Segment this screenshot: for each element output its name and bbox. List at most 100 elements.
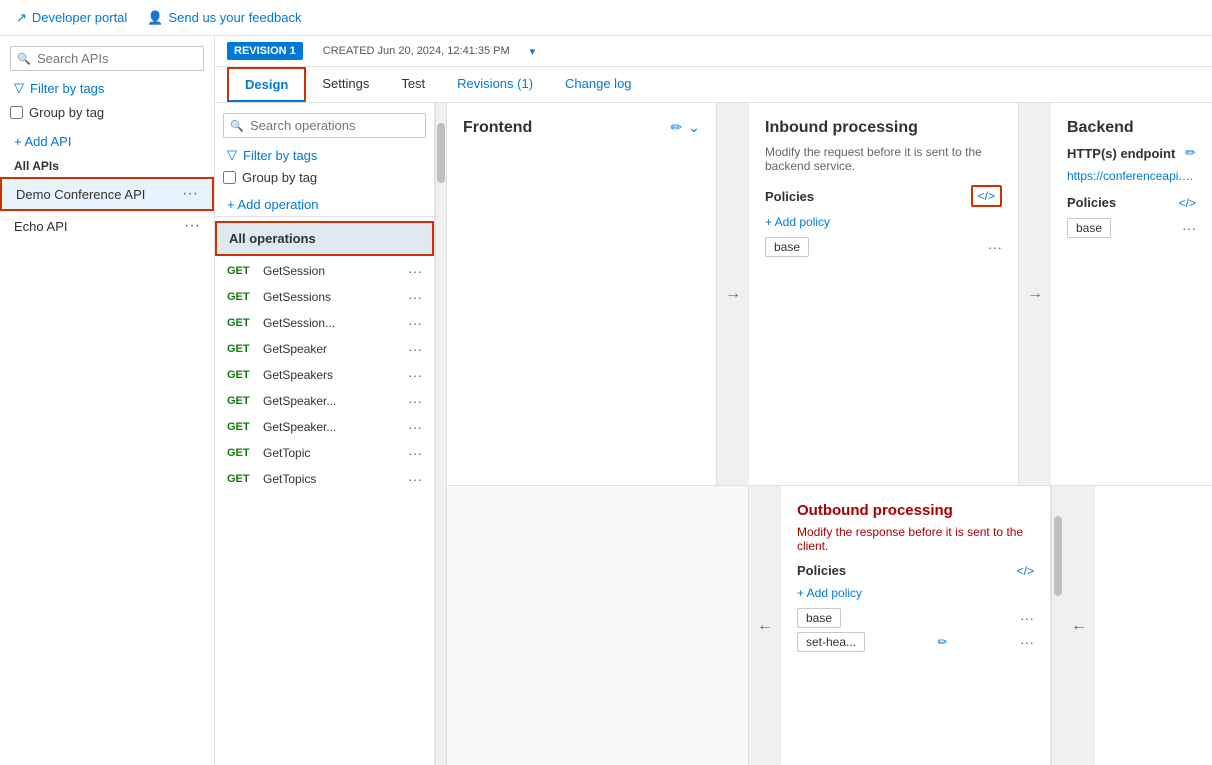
op-item-5[interactable]: GET GetSpeaker... ··· — [215, 388, 434, 414]
backend-base-item: base ··· — [1067, 218, 1196, 238]
api-group-checkbox[interactable] — [10, 106, 23, 119]
tab-design-label: Design — [245, 77, 288, 92]
add-api-button[interactable]: + Add API — [0, 130, 214, 153]
api-filter-tags[interactable]: ▽ Filter by tags — [10, 77, 204, 99]
api-filter-label: Filter by tags — [30, 81, 104, 96]
outbound-set-hea-edit[interactable]: ✏ — [937, 635, 947, 649]
content-panels: 🔍 ▽ Filter by tags Group by tag + Add op… — [215, 103, 1212, 765]
inbound-base-dots[interactable]: ··· — [988, 239, 1002, 255]
api-item-echo-name: Echo API — [14, 219, 67, 234]
op-name-2: GetSession... — [263, 316, 408, 330]
api-item-demo-name: Demo Conference API — [16, 187, 145, 202]
all-operations-item[interactable]: All operations — [215, 221, 434, 256]
op-item-2[interactable]: GET GetSession... ··· — [215, 310, 434, 336]
inbound-title: Inbound processing — [765, 119, 1002, 137]
frontend-actions: ✏ ⌄ — [671, 119, 700, 136]
api-item-echo-dots[interactable]: ··· — [184, 217, 200, 235]
api-item-demo-dots[interactable]: ··· — [182, 185, 198, 203]
backend-panel: Backend HTTP(s) endpoint ✏ https://confe… — [1051, 103, 1212, 485]
op-item-4[interactable]: GET GetSpeakers ··· — [215, 362, 434, 388]
backend-code-icon[interactable]: </> — [1179, 196, 1196, 210]
ops-search-container: 🔍 — [223, 113, 426, 138]
api-search-input[interactable] — [10, 46, 204, 71]
outbound-set-hea-item: set-hea... ✏ ··· — [797, 632, 1034, 652]
op-name-1: GetSessions — [263, 290, 408, 304]
feedback-link[interactable]: 👤 Send us your feedback — [147, 10, 301, 26]
feedback-label: Send us your feedback — [168, 10, 301, 25]
tab-design[interactable]: Design — [227, 67, 306, 102]
outbound-add-policy[interactable]: + Add policy — [797, 586, 1034, 600]
tab-test[interactable]: Test — [385, 68, 441, 101]
op-dots-6[interactable]: ··· — [408, 419, 422, 435]
outbound-desc: Modify the response before it is sent to… — [797, 525, 1034, 553]
op-item-7[interactable]: GET GetTopic ··· — [215, 440, 434, 466]
arrow-left-backend-bottom: ← — [1063, 617, 1095, 635]
backend-endpoint-url[interactable]: https://conferenceapi.azurewebsit... — [1067, 169, 1196, 183]
tab-changelog[interactable]: Change log — [549, 68, 648, 101]
inbound-desc: Modify the request before it is sent to … — [765, 145, 1002, 173]
op-dots-7[interactable]: ··· — [408, 445, 422, 461]
backend-endpoint-row: HTTP(s) endpoint ✏ — [1067, 145, 1196, 161]
ops-filter-label: Filter by tags — [243, 148, 317, 163]
outbound-policies-label: Policies — [797, 563, 846, 578]
api-item-echo[interactable]: Echo API ··· — [0, 211, 214, 241]
bottom-spacer — [447, 486, 749, 765]
op-dots-1[interactable]: ··· — [408, 289, 422, 305]
bottom-panels: ← Outbound processing Modify the respons… — [447, 485, 1212, 765]
op-method-5: GET — [227, 395, 263, 407]
op-dots-4[interactable]: ··· — [408, 367, 422, 383]
outbound-base-dots[interactable]: ··· — [1020, 610, 1034, 626]
outbound-code-icon[interactable]: </> — [1017, 564, 1034, 578]
frontend-edit-icon[interactable]: ✏ — [671, 119, 683, 136]
tab-settings[interactable]: Settings — [306, 68, 385, 101]
inbound-code-icon[interactable]: </> — [971, 185, 1002, 207]
right-scrollbar[interactable] — [1051, 486, 1063, 765]
revision-header: REVISION 1 CREATED Jun 20, 2024, 12:41:3… — [215, 36, 1212, 67]
ops-search-input[interactable] — [223, 113, 426, 138]
op-name-5: GetSpeaker... — [263, 394, 408, 408]
tabs-container: Design Settings Test Revisions (1) Chang… — [215, 67, 1212, 103]
api-item-demo[interactable]: Demo Conference API ··· — [0, 177, 214, 211]
frontend-title: Frontend — [463, 119, 700, 137]
op-method-8: GET — [227, 473, 263, 485]
op-item-0[interactable]: GET GetSession ··· — [215, 258, 434, 284]
outbound-base-badge[interactable]: base — [797, 608, 841, 628]
op-method-6: GET — [227, 421, 263, 433]
op-dots-3[interactable]: ··· — [408, 341, 422, 357]
op-dots-5[interactable]: ··· — [408, 393, 422, 409]
outbound-set-hea-dots[interactable]: ··· — [1020, 634, 1034, 650]
inbound-add-policy[interactable]: + Add policy — [765, 215, 1002, 229]
backend-endpoint-edit-icon[interactable]: ✏ — [1185, 145, 1196, 161]
filter-icon: ▽ — [14, 80, 24, 96]
middle-scrollbar[interactable] — [435, 103, 447, 765]
ops-filter-tags[interactable]: ▽ Filter by tags — [223, 144, 426, 166]
api-group-tag: Group by tag — [10, 105, 204, 120]
op-item-3[interactable]: GET GetSpeaker ··· — [215, 336, 434, 362]
frontend-chevron-icon[interactable]: ⌄ — [688, 119, 700, 136]
backend-base-badge[interactable]: base — [1067, 218, 1111, 238]
outbound-set-hea-badge[interactable]: set-hea... — [797, 632, 865, 652]
add-operation-button[interactable]: + Add operation — [215, 193, 434, 217]
op-item-6[interactable]: GET GetSpeaker... ··· — [215, 414, 434, 440]
op-method-3: GET — [227, 343, 263, 355]
add-api-label: + Add API — [14, 134, 71, 149]
tab-revisions[interactable]: Revisions (1) — [441, 68, 549, 101]
op-dots-0[interactable]: ··· — [408, 263, 422, 279]
dev-portal-link[interactable]: ↗ Developer portal — [16, 10, 127, 26]
op-dots-8[interactable]: ··· — [408, 471, 422, 487]
main-content: REVISION 1 CREATED Jun 20, 2024, 12:41:3… — [215, 36, 1212, 765]
op-item-1[interactable]: GET GetSessions ··· — [215, 284, 434, 310]
add-op-label: + Add operation — [227, 197, 318, 212]
backend-base-dots[interactable]: ··· — [1182, 220, 1196, 236]
inbound-base-badge[interactable]: base — [765, 237, 809, 257]
op-dots-2[interactable]: ··· — [408, 315, 422, 331]
main-layout: 🔍 ▽ Filter by tags Group by tag + Add AP… — [0, 36, 1212, 765]
revision-dropdown-icon[interactable]: ▾ — [530, 45, 536, 58]
revision-created: CREATED Jun 20, 2024, 12:41:35 PM — [323, 45, 510, 57]
frontend-panel: Frontend ✏ ⌄ — [447, 103, 717, 485]
api-search-container: 🔍 — [10, 46, 204, 71]
op-item-8[interactable]: GET GetTopics ··· — [215, 466, 434, 492]
ops-group-checkbox[interactable] — [223, 171, 236, 184]
outbound-panel: Outbound processing Modify the response … — [781, 486, 1051, 765]
ops-group-tag: Group by tag — [223, 170, 426, 185]
